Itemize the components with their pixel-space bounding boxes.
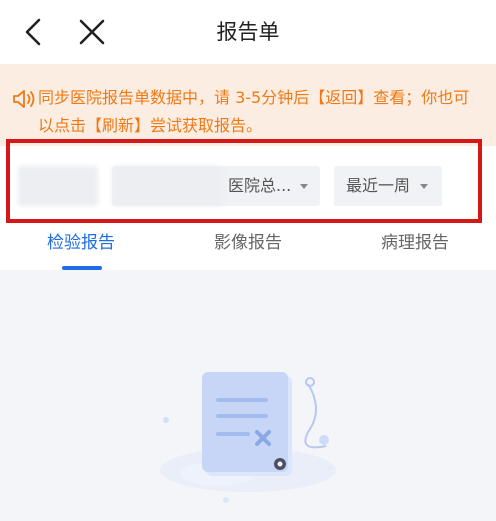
close-icon[interactable]: [76, 16, 108, 48]
time-range-dropdown[interactable]: 最近一周: [334, 166, 442, 206]
report-type-tabs: 检验报告 影像报告 病理报告: [0, 226, 496, 270]
caret-down-icon: [420, 184, 428, 189]
hospital-filter-dropdown[interactable]: 医院总...: [112, 166, 320, 206]
sync-notice-banner: 同步医院报告单数据中，请 3-5分钟后【返回】查看；你也可以点击【刷新】尝试获取…: [0, 64, 496, 146]
empty-document-illustration: [160, 372, 336, 503]
chevron-left-icon[interactable]: [18, 16, 50, 48]
notice-text: 同步医院报告单数据中，请 3-5分钟后【返回】查看；你也可以点击【刷新】尝试获取…: [38, 88, 470, 135]
speaker-icon: [13, 90, 35, 108]
header-bar: 报告单: [0, 0, 496, 64]
hospital-filter-label: 医院总...: [228, 176, 292, 195]
filter-bar: 医院总... 最近一周: [0, 146, 496, 226]
time-range-label: 最近一周: [346, 176, 411, 195]
patient-filter-chip[interactable]: [18, 166, 98, 206]
caret-down-icon: [300, 184, 308, 189]
tab-lab-report[interactable]: 检验报告: [21, 226, 141, 270]
tab-imaging-report[interactable]: 影像报告: [188, 226, 308, 270]
hospital-blurred-area: [112, 166, 224, 206]
tab-pathology-report[interactable]: 病理报告: [355, 226, 475, 270]
page-title: 报告单: [216, 20, 280, 44]
active-tab-indicator: [62, 266, 102, 270]
